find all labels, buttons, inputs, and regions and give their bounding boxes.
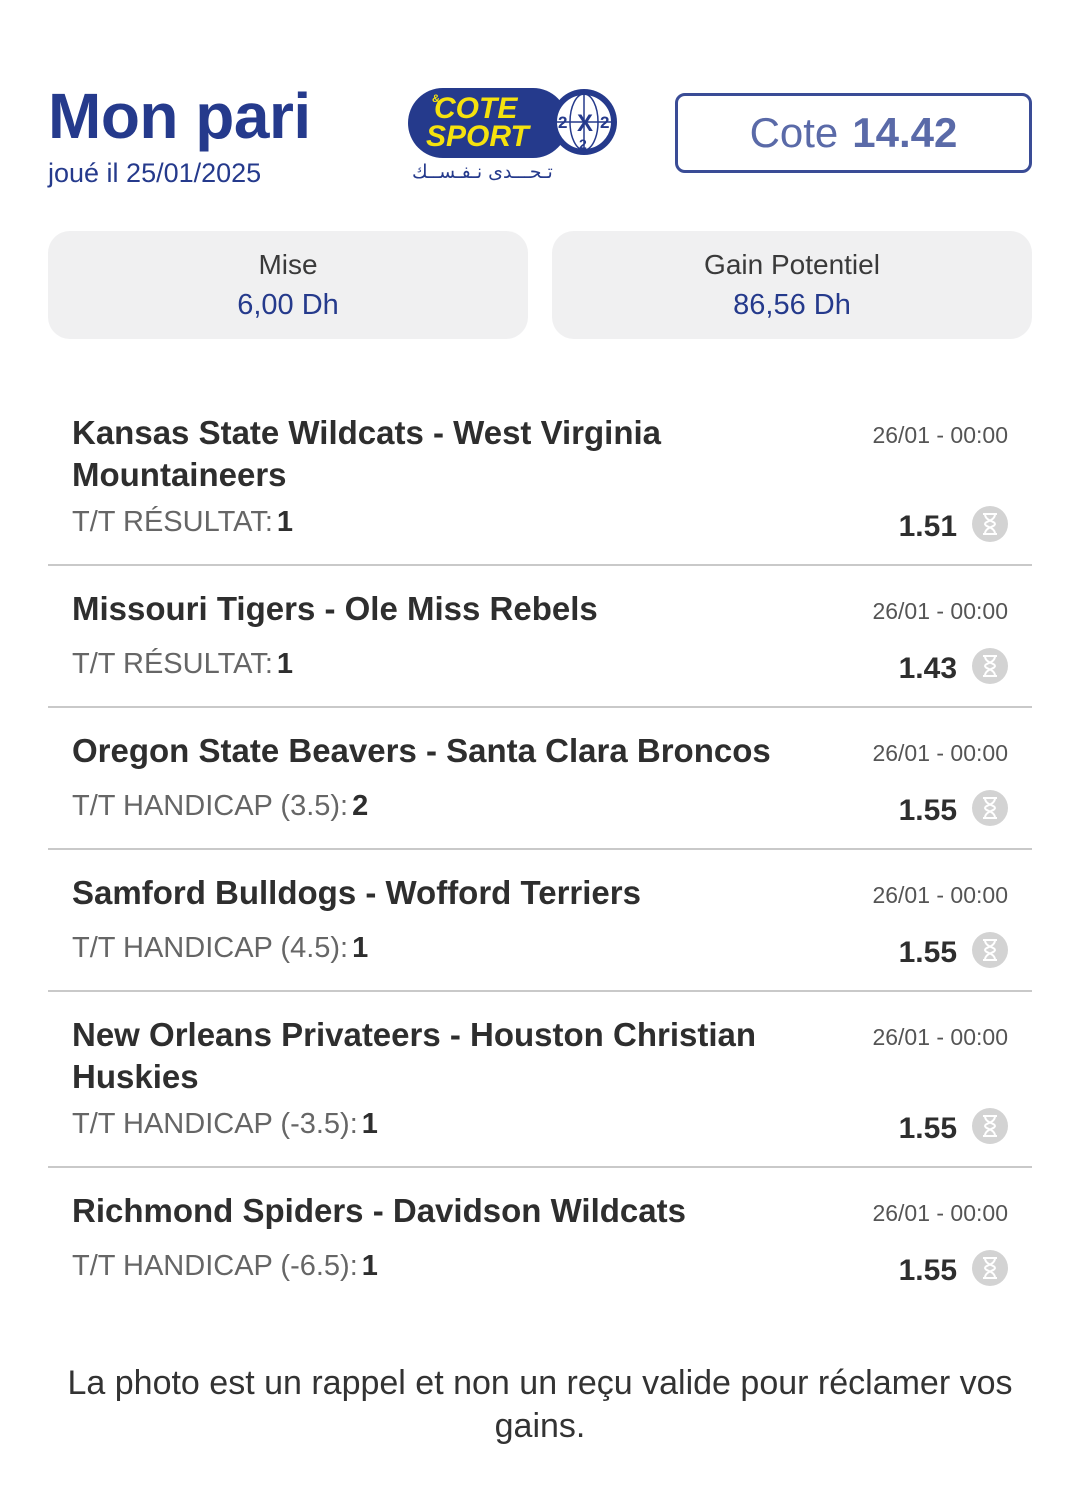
hourglass-icon bbox=[972, 932, 1008, 968]
logo-ball-left: 2 bbox=[558, 113, 567, 132]
total-odds-box: Cote 14.42 bbox=[675, 93, 1032, 173]
logo-line2: SPORT bbox=[426, 120, 531, 153]
gain-label: Gain Potentiel bbox=[704, 249, 880, 280]
market-label: T/T HANDICAP (4.5): bbox=[72, 932, 349, 964]
bet-item: New Orleans Privateers - Houston Christi… bbox=[48, 992, 1032, 1168]
hourglass-icon bbox=[972, 1108, 1008, 1144]
match-date: 26/01 - 00:00 bbox=[872, 882, 1008, 908]
market: T/T HANDICAP (3.5): 2 bbox=[72, 790, 368, 823]
pick: 2 bbox=[352, 790, 369, 822]
logo-ball-center: X bbox=[577, 110, 593, 137]
logo-ball-bottom: 2 bbox=[579, 136, 587, 152]
stake-value: 6,00 Dh bbox=[237, 289, 339, 321]
gain-value: 86,56 Dh bbox=[733, 289, 851, 321]
pick: 1 bbox=[361, 1250, 378, 1282]
pick: 1 bbox=[276, 648, 294, 680]
match-date: 26/01 - 00:00 bbox=[872, 1024, 1008, 1050]
hourglass-icon bbox=[972, 1250, 1008, 1286]
bet-item: Kansas State Wildcats - West Virginia Mo… bbox=[48, 390, 1032, 566]
market: T/T HANDICAP (-6.5): 1 bbox=[72, 1250, 378, 1283]
market-label: T/T HANDICAP (-6.5): bbox=[72, 1250, 358, 1282]
odd-value: 1.43 bbox=[898, 652, 957, 685]
odd-value: 1.51 bbox=[898, 510, 957, 543]
market: T/T HANDICAP (4.5): 1 bbox=[72, 932, 368, 965]
pick: 1 bbox=[361, 1108, 378, 1140]
match-name: New Orleans Privateers - Houston Christi… bbox=[72, 1016, 757, 1095]
pick: 1 bbox=[276, 506, 294, 538]
market-label: T/T RÉSULTAT: bbox=[72, 648, 273, 680]
bet-item: Samford Bulldogs - Wofford Terriers 26/0… bbox=[48, 850, 1032, 992]
played-date: joué il 25/01/2025 bbox=[48, 158, 262, 188]
bet-header: Mon pari joué il 25/01/2025 & COTE SPORT… bbox=[48, 80, 1032, 200]
match-name: Missouri Tigers - Ole Miss Rebels bbox=[72, 590, 598, 627]
logo-ball-right: 2 bbox=[600, 113, 609, 132]
bet-item: Richmond Spiders - Davidson Wildcats 26/… bbox=[48, 1168, 1032, 1310]
match-date: 26/01 - 00:00 bbox=[872, 598, 1008, 624]
odd-value: 1.55 bbox=[898, 1254, 957, 1287]
match-date: 26/01 - 00:00 bbox=[872, 422, 1008, 448]
hourglass-icon bbox=[972, 790, 1008, 826]
logo-arabic-tagline: تـحـــدى نـفـســك bbox=[412, 161, 553, 183]
bet-item: Missouri Tigers - Ole Miss Rebels 26/01 … bbox=[48, 566, 1032, 708]
stake-card: Mise 6,00 Dh bbox=[48, 231, 528, 339]
cote-value: 14.42 bbox=[852, 109, 958, 156]
hourglass-icon bbox=[972, 506, 1008, 542]
odd-value: 1.55 bbox=[898, 794, 957, 827]
bet-selections-list: Kansas State Wildcats - West Virginia Mo… bbox=[48, 390, 1032, 1310]
match-name: Samford Bulldogs - Wofford Terriers bbox=[72, 874, 641, 911]
market: T/T RÉSULTAT: 1 bbox=[72, 506, 293, 539]
stake-label: Mise bbox=[258, 249, 318, 280]
match-date: 26/01 - 00:00 bbox=[872, 740, 1008, 766]
cote-label: Cote bbox=[749, 109, 839, 156]
cote-sport-logo: & COTE SPORT X 2 2 2 تـحـــدى نـفـســك bbox=[408, 88, 617, 183]
page-title: Mon pari bbox=[48, 80, 311, 152]
match-name: Richmond Spiders - Davidson Wildcats bbox=[72, 1192, 686, 1229]
market: T/T RÉSULTAT: 1 bbox=[72, 648, 293, 681]
odd-value: 1.55 bbox=[898, 1112, 957, 1145]
market: T/T HANDICAP (-3.5): 1 bbox=[72, 1108, 378, 1141]
disclaimer-text: La photo est un rappel et non un reçu va… bbox=[67, 1364, 1013, 1445]
market-label: T/T HANDICAP (3.5): bbox=[72, 790, 349, 822]
match-name: Kansas State Wildcats - West Virginia Mo… bbox=[72, 414, 662, 493]
match-date: 26/01 - 00:00 bbox=[872, 1200, 1008, 1226]
market-label: T/T RÉSULTAT: bbox=[72, 506, 273, 538]
market-label: T/T HANDICAP (-3.5): bbox=[72, 1108, 358, 1140]
potential-gain-card: Gain Potentiel 86,56 Dh bbox=[552, 231, 1032, 339]
odd-value: 1.55 bbox=[898, 936, 957, 969]
match-name: Oregon State Beavers - Santa Clara Bronc… bbox=[72, 732, 771, 769]
hourglass-icon bbox=[972, 648, 1008, 684]
bet-item: Oregon State Beavers - Santa Clara Bronc… bbox=[48, 708, 1032, 850]
pick: 1 bbox=[352, 932, 369, 964]
